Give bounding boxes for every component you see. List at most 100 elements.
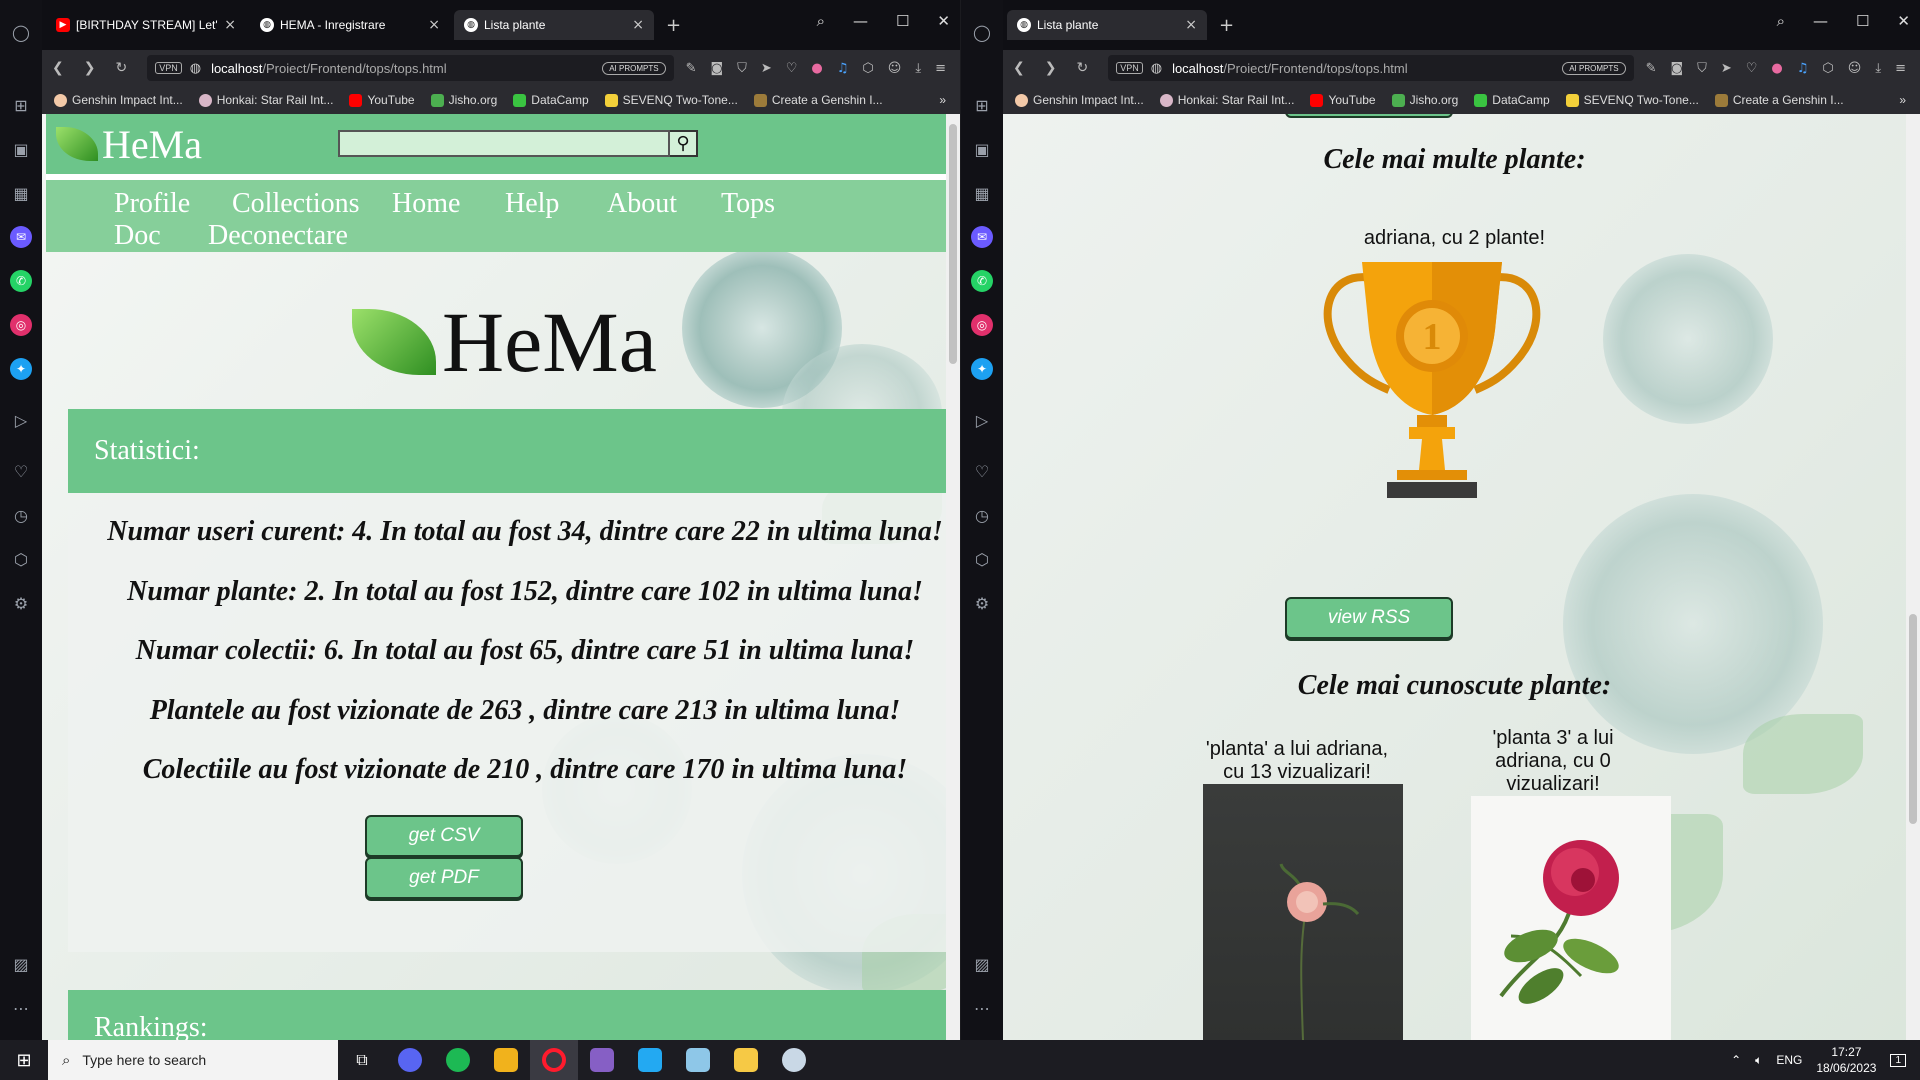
- cube-icon[interactable]: ⬡: [1822, 61, 1833, 76]
- back-icon[interactable]: ❮: [1013, 60, 1025, 76]
- search-tabs-icon[interactable]: ⌕: [1777, 12, 1785, 30]
- bookmark-item[interactable]: Create a Genshin I...: [1714, 93, 1844, 107]
- heart-icon[interactable]: ♡: [786, 61, 798, 76]
- bookmark-item[interactable]: DataCamp: [513, 93, 589, 107]
- bookmark-item[interactable]: YouTube: [1310, 93, 1376, 107]
- gamepad-icon[interactable]: ⊞: [971, 94, 993, 116]
- close-window-icon[interactable]: ✕: [937, 12, 950, 30]
- bookmark-item[interactable]: Create a Genshin I...: [753, 93, 883, 107]
- camera-icon[interactable]: ◙: [710, 61, 723, 76]
- history-icon[interactable]: ◷: [10, 504, 32, 526]
- whatsapp-icon[interactable]: ✆: [10, 270, 32, 292]
- back-icon[interactable]: ❮: [52, 60, 64, 76]
- close-icon[interactable]: ×: [632, 17, 644, 33]
- scrollbar[interactable]: [1906, 114, 1920, 1040]
- tab-lista-plante[interactable]: ◍ Lista plante ×: [454, 10, 654, 40]
- minimize-icon[interactable]: —: [853, 12, 868, 30]
- bookmark-item[interactable]: SEVENQ Two-Tone...: [1565, 93, 1699, 107]
- language-indicator[interactable]: ENG: [1776, 1053, 1802, 1067]
- taskbar-app-spotify[interactable]: [434, 1040, 482, 1080]
- gamepad-icon[interactable]: ⊞: [10, 94, 32, 116]
- menu-home[interactable]: Home: [392, 188, 460, 220]
- search-input[interactable]: [338, 130, 670, 157]
- close-window-icon[interactable]: ✕: [1897, 12, 1910, 30]
- close-icon[interactable]: ×: [224, 17, 236, 33]
- bookmark-item[interactable]: Honkai: Star Rail Int...: [1159, 93, 1294, 107]
- camera-icon[interactable]: ◙: [1670, 61, 1683, 76]
- twitter-icon[interactable]: ✦: [971, 358, 993, 380]
- messenger-icon[interactable]: ✉: [10, 226, 32, 248]
- minimize-icon[interactable]: —: [1813, 12, 1828, 30]
- forward-icon[interactable]: ❯: [1045, 60, 1057, 76]
- url-field[interactable]: VPN ◍ localhost/Proiect/Frontend/tops/to…: [1108, 55, 1634, 81]
- task-view-button[interactable]: ⧉: [338, 1040, 386, 1080]
- instagram-icon[interactable]: ◎: [971, 314, 993, 336]
- heart-icon[interactable]: ♡: [971, 460, 993, 482]
- twitch-icon[interactable]: ▣: [10, 138, 32, 160]
- edit-icon[interactable]: ✎: [1646, 61, 1657, 76]
- menu-about[interactable]: About: [607, 188, 677, 220]
- cube-icon[interactable]: ⬡: [971, 548, 993, 570]
- reload-icon[interactable]: ↻: [1076, 60, 1088, 76]
- more-bookmarks-icon[interactable]: »: [939, 93, 946, 107]
- site-logo[interactable]: HeMa: [56, 121, 202, 168]
- taskbar-app-cube[interactable]: [674, 1040, 722, 1080]
- bookmark-item[interactable]: Genshin Impact Int...: [54, 93, 183, 107]
- taskbar-search[interactable]: ⌕ Type here to search: [48, 1040, 338, 1080]
- more-icon[interactable]: ⋯: [10, 997, 32, 1019]
- settings-icon[interactable]: ⚙: [10, 592, 32, 614]
- cube-icon[interactable]: ⬡: [862, 61, 873, 76]
- view-rss-button[interactable]: view RSS: [1285, 597, 1453, 639]
- bookmark-item[interactable]: SEVENQ Two-Tone...: [604, 93, 738, 107]
- bookmark-item[interactable]: YouTube: [349, 93, 415, 107]
- vpn-badge[interactable]: VPN: [1116, 62, 1143, 74]
- menu-icon[interactable]: ≡: [935, 61, 946, 76]
- cube-icon[interactable]: ⬡: [10, 548, 32, 570]
- menu-help[interactable]: Help: [505, 188, 559, 220]
- ai-prompts-button[interactable]: AI PROMPTS: [602, 61, 666, 75]
- download-icon[interactable]: ⤓: [915, 61, 921, 76]
- menu-tops[interactable]: Tops: [721, 188, 775, 220]
- bookmark-item[interactable]: DataCamp: [1474, 93, 1550, 107]
- url-field[interactable]: VPN ◍ localhost/Proiect/Frontend/tops/to…: [147, 55, 674, 81]
- player-icon[interactable]: ▷: [971, 409, 993, 431]
- send-icon[interactable]: ➤: [761, 61, 772, 76]
- maximize-icon[interactable]: ☐: [896, 12, 909, 30]
- scrollbar-thumb[interactable]: [1909, 614, 1917, 824]
- extension-icon[interactable]: ●: [811, 61, 822, 76]
- forward-icon[interactable]: ❯: [84, 60, 96, 76]
- start-button[interactable]: ⊞: [0, 1040, 48, 1080]
- menu-deconectare[interactable]: Deconectare: [208, 220, 348, 252]
- page-viewport[interactable]: HeMa ⚲ Profile Collections Home Help Abo…: [42, 114, 946, 1040]
- tab-birthday-stream[interactable]: ▶ [BIRTHDAY STREAM] Let's ×: [46, 10, 246, 40]
- player-icon[interactable]: ▷: [10, 409, 32, 431]
- bookmark-item[interactable]: Jisho.org: [1391, 93, 1458, 107]
- clock[interactable]: 17:27 18/06/2023: [1816, 1044, 1876, 1076]
- shield-icon[interactable]: ⛉: [1697, 61, 1707, 76]
- menu-icon[interactable]: ≡: [1895, 61, 1906, 76]
- opera-logo-icon[interactable]: ◯: [10, 21, 32, 43]
- opera-logo-icon[interactable]: ◯: [971, 21, 993, 43]
- settings-icon[interactable]: ⚙: [971, 592, 993, 614]
- taskbar-app-discord[interactable]: [386, 1040, 434, 1080]
- history-icon[interactable]: ◷: [971, 504, 993, 526]
- close-icon[interactable]: ×: [428, 17, 440, 33]
- download-icon[interactable]: ⤓: [1875, 61, 1881, 76]
- search-button[interactable]: ⚲: [670, 130, 698, 157]
- page-viewport[interactable]: Cele mai multe plante: adriana, cu 2 pla…: [1003, 114, 1906, 1040]
- new-tab-icon[interactable]: +: [666, 15, 681, 36]
- tab-lista-plante[interactable]: ◍ Lista plante ×: [1007, 10, 1207, 40]
- get-pdf-button[interactable]: get PDF: [365, 857, 523, 899]
- chevron-up-icon[interactable]: ⌃: [1731, 1053, 1741, 1067]
- heart-icon[interactable]: ♡: [1746, 61, 1758, 76]
- ai-prompts-button[interactable]: AI PROMPTS: [1562, 61, 1626, 75]
- new-tab-icon[interactable]: +: [1219, 15, 1234, 36]
- notifications-icon[interactable]: 1: [1890, 1053, 1906, 1067]
- vpn-badge[interactable]: VPN: [155, 62, 182, 74]
- whatsapp-icon[interactable]: ✆: [971, 270, 993, 292]
- close-icon[interactable]: ×: [1185, 17, 1197, 33]
- messenger-icon[interactable]: ✉: [971, 226, 993, 248]
- chip-icon[interactable]: ▦: [971, 182, 993, 204]
- plant-photo[interactable]: [1471, 796, 1671, 1040]
- menu-collections[interactable]: Collections: [232, 188, 360, 220]
